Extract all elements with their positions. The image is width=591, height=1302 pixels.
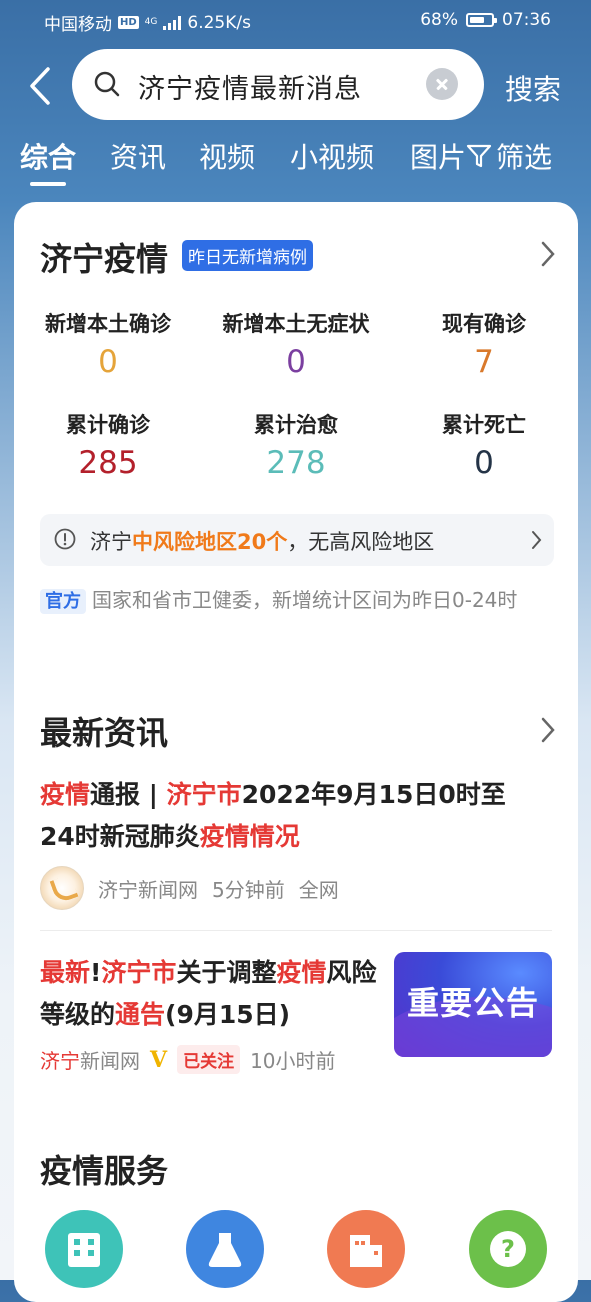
result-card: 济宁疫情 昨日无新增病例 新增本土确诊 0 新增本土无症状 0 现有确诊 7 累计确诊…	[14, 202, 578, 1302]
chevron-right-icon[interactable]	[540, 716, 556, 744]
title-text: 关于调整	[176, 958, 277, 987]
stat-current-confirmed: 现有确诊 7	[442, 312, 526, 380]
news-item-1-title[interactable]: 疫情通报 | 济宁市2022年9月15日0时至24时新冠肺炎疫情情况	[40, 774, 540, 858]
highlight-keyword: 疫情情况	[199, 822, 300, 851]
chevron-right-icon[interactable]	[540, 240, 556, 268]
filter-icon	[466, 144, 492, 168]
search-button[interactable]: 搜索	[505, 68, 561, 108]
news-item-2-meta: 济宁新闻网 V 已关注 10小时前	[40, 1045, 336, 1074]
filter-button[interactable]: 筛选	[466, 136, 552, 176]
risk-area-banner[interactable]: 济宁中风险地区20个，无高风险地区	[40, 514, 554, 566]
epidemic-title[interactable]: 济宁疫情	[40, 234, 168, 280]
avatar	[40, 866, 84, 910]
highlight-keyword: 最新	[40, 958, 91, 987]
highlight-keyword: 济宁市	[166, 780, 242, 809]
network-speed: 6.25K/s	[187, 12, 251, 33]
tab-video[interactable]: 视频	[199, 136, 255, 176]
highlight-keyword: 疫情	[40, 780, 91, 809]
news-time: 5分钟前	[212, 877, 285, 902]
svg-text:?: ?	[501, 1235, 515, 1263]
signal-icon	[163, 15, 182, 30]
info-icon	[54, 528, 76, 550]
stat-new-local-confirmed: 新增本土确诊 0	[45, 312, 171, 380]
highlight-keyword: 济宁市	[101, 958, 177, 987]
battery-percent: 68%	[420, 10, 458, 30]
chevron-right-icon	[532, 531, 542, 549]
news-source: 济宁新闻网	[40, 1049, 140, 1073]
stat-total-deaths: 累计死亡 0	[442, 413, 526, 481]
flask-icon[interactable]	[186, 1210, 264, 1288]
title-text: !	[90, 958, 102, 987]
followed-badge: 已关注	[177, 1045, 241, 1074]
building-icon[interactable]	[45, 1210, 123, 1288]
stat-total-cured: 累计治愈 278	[254, 413, 338, 481]
tab-news[interactable]: 资讯	[110, 136, 166, 176]
network-type-label: 4G	[144, 17, 158, 27]
stat-total-confirmed: 累计确诊 285	[66, 413, 150, 481]
verified-icon: V	[150, 1046, 168, 1073]
data-source-note: 官方 国家和省市卫健委，新增统计区间为昨日0-24时	[40, 582, 560, 620]
news-section-title[interactable]: 最新资讯	[40, 708, 168, 754]
question-icon[interactable]: ?	[469, 1210, 547, 1288]
hd-icon: HD	[118, 16, 139, 29]
search-query[interactable]: 济宁疫情最新消息	[138, 67, 362, 106]
tab-short-video[interactable]: 小视频	[290, 136, 374, 176]
official-tag: 官方	[40, 589, 86, 614]
status-bar: 中国移动 HD 4G 6.25K/s 68% 07:36	[0, 0, 591, 40]
hospital-icon[interactable]	[327, 1210, 405, 1288]
services-section-title: 疫情服务	[40, 1152, 169, 1190]
status-badge: 昨日无新增病例	[182, 240, 313, 271]
news-item-2-title[interactable]: 最新!济宁市关于调整疫情风险等级的通告(9月15日)	[40, 952, 380, 1036]
risk-text: 济宁中风险地区20个，无高风险地区	[90, 530, 435, 554]
title-text: (9月15日)	[165, 1000, 291, 1029]
search-input[interactable]: 济宁疫情最新消息	[72, 49, 484, 120]
tab-comprehensive[interactable]: 综合	[20, 136, 76, 186]
carrier-label: 中国移动	[44, 15, 112, 35]
highlight-keyword: 通告	[115, 1000, 166, 1029]
title-text: 通报 |	[90, 780, 167, 809]
divider	[40, 930, 552, 931]
filter-label: 筛选	[496, 141, 553, 174]
news-item-1-meta: 济宁新闻网 5分钟前 全网	[40, 866, 339, 910]
clear-icon[interactable]	[426, 68, 458, 100]
category-tabs: 综合 资讯 视频 小视频 图片 筛选	[0, 136, 591, 196]
news-scope: 全网	[298, 877, 339, 902]
news-time: 10小时前	[250, 1049, 336, 1073]
clock: 07:36	[502, 10, 551, 30]
tab-images[interactable]: 图片	[410, 136, 464, 176]
risk-highlight: 中风险地区20个	[132, 530, 288, 554]
battery-icon	[466, 13, 497, 27]
back-arrow-icon[interactable]	[26, 66, 62, 106]
stat-new-local-asymptomatic: 新增本土无症状 0	[222, 312, 370, 380]
highlight-keyword: 疫情	[276, 958, 327, 987]
news-thumbnail[interactable]: 重要公告	[394, 952, 552, 1057]
news-source: 济宁新闻网	[98, 877, 198, 902]
search-icon	[94, 71, 120, 97]
